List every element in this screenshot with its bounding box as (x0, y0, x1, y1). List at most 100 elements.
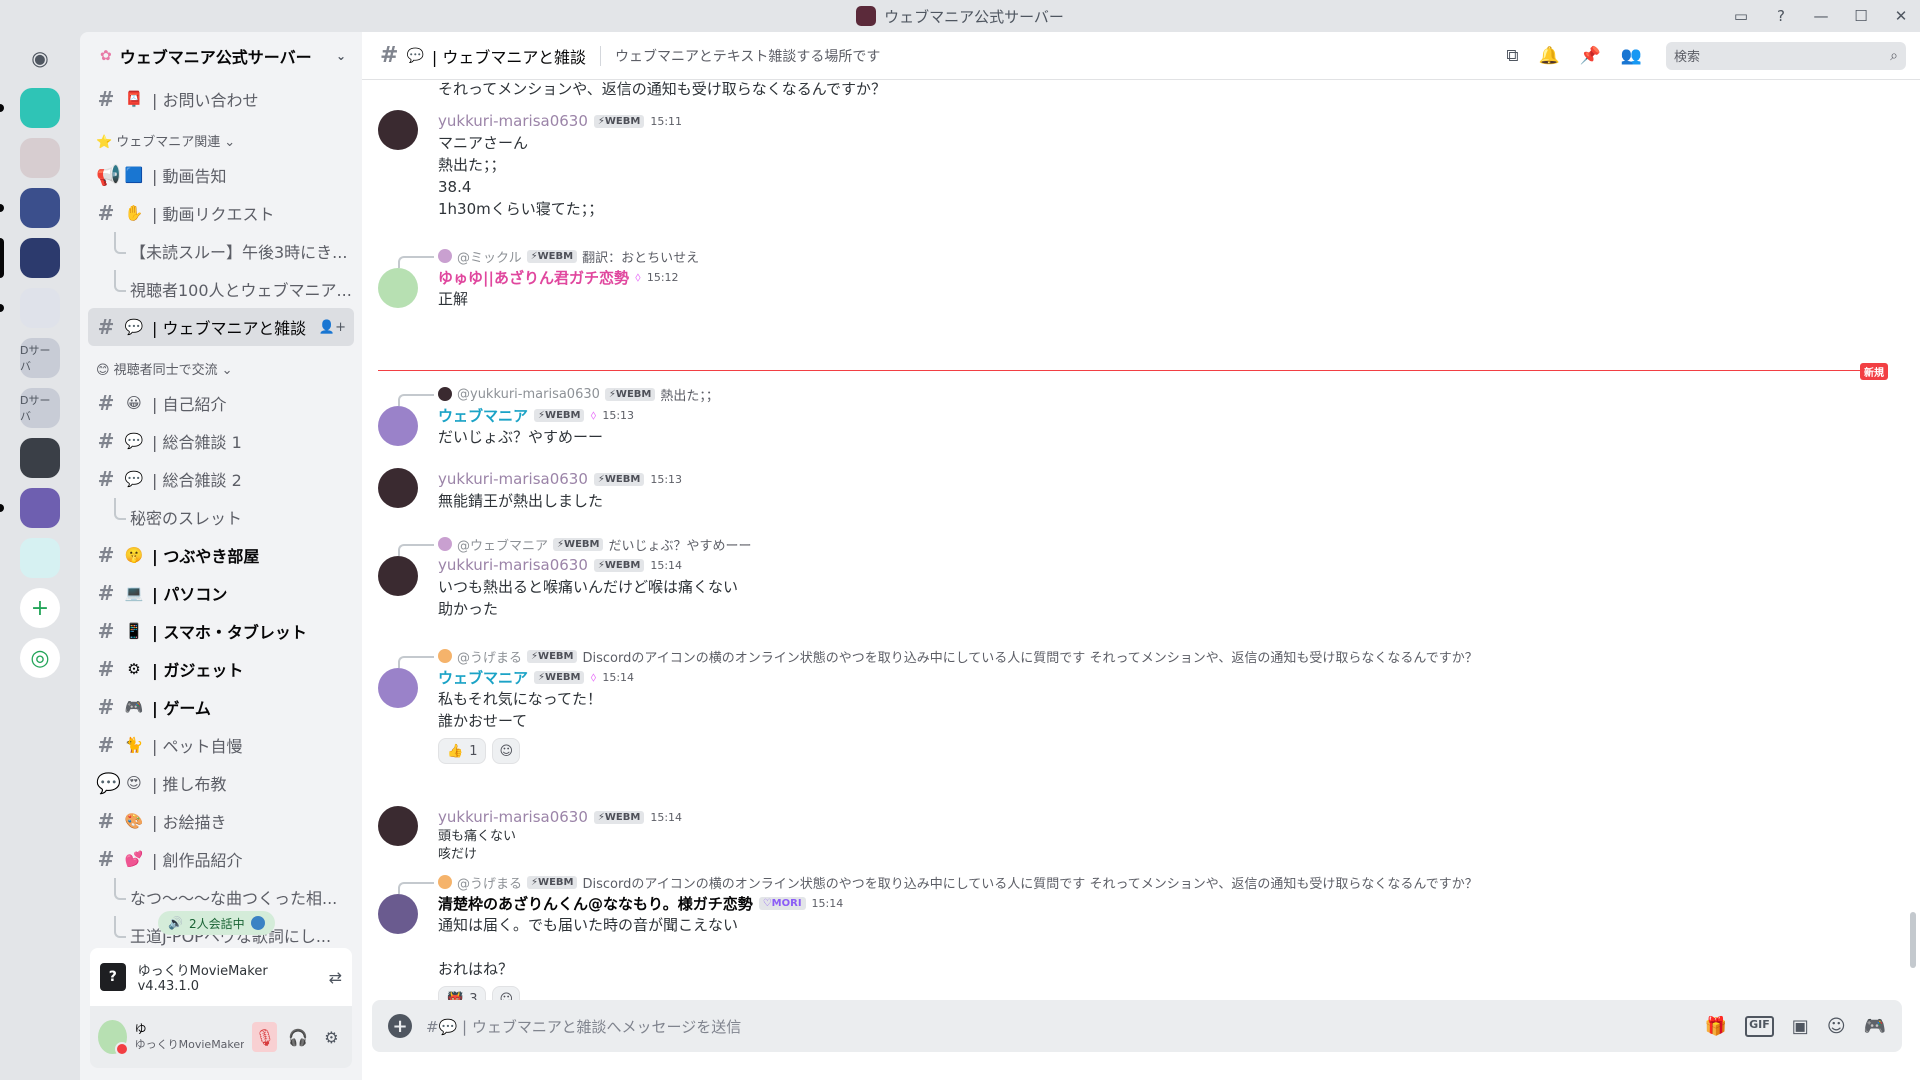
avatar[interactable] (378, 468, 418, 508)
server-icon[interactable] (20, 138, 60, 178)
switch-icon[interactable]: ⇄ (329, 968, 342, 987)
channel-list: # 📮 | お問い合わせ ⭐ ウェブマニア関連 ⌄ 📢 🟦 | 動画告知 # ✋ | 動画リクエ… (80, 80, 362, 954)
category-header[interactable]: 😊 視聴者同士で交流 ⌄ (88, 346, 354, 384)
gift-icon[interactable]: 🎁 (1705, 1016, 1727, 1037)
bell-icon[interactable]: 🔔 (1538, 46, 1559, 66)
user-info[interactable]: ゆ ゆっくりMovieMaker v4... (135, 1021, 245, 1053)
activity-panel: ? ゆっくりMovieMaker v4.43.1.0 ⇄ (90, 948, 352, 1006)
channel-item-active[interactable]: # 💬 | ウェブマニアと雑談 👤+ (88, 308, 354, 346)
avatar[interactable] (378, 110, 418, 150)
channel-item[interactable]: # 📮 | お問い合わせ (88, 80, 354, 118)
plus-icon[interactable]: + (388, 1014, 412, 1038)
mute-mic-icon[interactable]: 🎙 (252, 1022, 278, 1052)
game-icon[interactable]: 🎮 (1864, 1016, 1886, 1037)
forum-icon: 💬 (96, 771, 121, 795)
server-icon[interactable]: Dサーバ (20, 388, 60, 428)
avatar[interactable] (378, 268, 418, 308)
avatar[interactable] (378, 668, 418, 708)
channel-item[interactable]: # 🐈 | ペット自慢 (88, 726, 354, 764)
members-icon[interactable]: 👥 (1621, 46, 1642, 66)
avatar[interactable] (378, 894, 418, 934)
channel-item-unread[interactable]: # ⚙ | ガジェット (88, 650, 354, 688)
voice-activity-pill[interactable]: 🔊 2人会話中 (158, 911, 275, 935)
message[interactable]: @うげまる ⚡WEBM Discordのアイコンの横のオンライン状態のやつを取り込み… (378, 872, 1878, 1012)
message-author[interactable]: yukkuri-marisa0630 (438, 808, 588, 826)
add-reaction-icon[interactable]: ☺ (492, 738, 521, 764)
channel-item[interactable]: # 💬 | 総合雑談 1 (88, 422, 354, 460)
reply-preview[interactable]: @うげまる ⚡WEBM Discordのアイコンの横のオンライン状態のやつを取り込み… (398, 872, 1878, 894)
message-author[interactable]: ウェブマニア (438, 667, 528, 688)
thread-item[interactable]: 【未読スルー】午後3時にき... (88, 232, 354, 270)
server-icon[interactable] (0, 188, 60, 228)
channel-item[interactable]: # 💬 | 総合雑談 2 (88, 460, 354, 498)
message-author[interactable]: ゆゅゆ||あざりん君ガチ恋勢 (438, 267, 629, 288)
channel-item[interactable]: 💬 😍 | 推し布教 (88, 764, 354, 802)
channel-item-unread[interactable]: # 📱 | スマホ・タブレット (88, 612, 354, 650)
channel-item[interactable]: # ✋ | 動画リクエスト (88, 194, 354, 232)
add-server-icon[interactable]: + (20, 588, 60, 628)
message-input[interactable]: #💬 | ウェブマニアと雑談へメッセージを送信 (426, 1016, 741, 1037)
message-author[interactable]: yukkuri-marisa0630 (438, 470, 588, 488)
guild-header[interactable]: ✿ ウェブマニア公式サーバー ⌄ (80, 32, 362, 80)
boost-icon: ⬨ (590, 407, 597, 423)
reply-preview[interactable]: @yukkuri-marisa0630 ⚡WEBM 熱出た；； (398, 384, 1878, 406)
message[interactable]: yukkuri-marisa0630 ⚡WEBM 15:13 無能錆王が熱出しました (378, 468, 1878, 512)
pin-icon[interactable]: 📌 (1580, 46, 1601, 66)
channel-item[interactable]: # 🎨 | お絵描き (88, 802, 354, 840)
search-input[interactable]: 検索 ⌕ (1666, 41, 1906, 70)
avatar[interactable] (378, 556, 418, 596)
server-icon[interactable] (0, 88, 60, 128)
message[interactable]: @うげまる ⚡WEBM Discordのアイコンの横のオンライン状態のやつを取り込み… (378, 646, 1878, 764)
emoji-icon[interactable]: ☺ (1827, 1016, 1846, 1037)
message-composer[interactable]: + #💬 | ウェブマニアと雑談へメッセージを送信 🎁 GIF ▣ ☺ 🎮 (372, 1000, 1902, 1052)
discord-home-icon[interactable]: ◉ (20, 38, 60, 78)
gif-icon[interactable]: GIF (1745, 1015, 1774, 1037)
server-icon[interactable]: Dサーバ (20, 338, 60, 378)
message[interactable]: @ミックル ⚡WEBM 翻訳：おとちいせえ ゆゅゆ||あざりん君ガチ恋勢 ⬨ 15:12… (378, 246, 1878, 310)
message-author[interactable]: ウェブマニア (438, 405, 528, 426)
message[interactable]: @ウェブマニア ⚡WEBM だいじょぶ？やすめーー yukkuri-marisa06… (378, 534, 1878, 620)
channel-item[interactable]: 📢 🟦 | 動画告知 (88, 156, 354, 194)
message-author[interactable]: yukkuri-marisa0630 (438, 112, 588, 130)
invite-icon[interactable]: 👤+ (319, 320, 346, 335)
gear-icon[interactable]: ⚙ (319, 1022, 344, 1052)
reply-preview[interactable]: @ウェブマニア ⚡WEBM だいじょぶ？やすめーー (398, 534, 1878, 556)
help-icon[interactable]: ? (1770, 5, 1792, 27)
message-author[interactable]: 清楚枠のあざりんくん@ななもり。様ガチ恋勢 (438, 893, 753, 914)
channel-item-unread[interactable]: # 🤫 | つぶやき部屋 (88, 536, 354, 574)
thread-item[interactable]: 秘密のスレット (88, 498, 354, 536)
reaction-thumbs-up[interactable]: 👍 1 (438, 738, 487, 764)
message[interactable]: yukkuri-marisa0630 ⚡WEBM 15:11 マニアさーん 熱出た；… (378, 110, 1878, 220)
hash-icon: # (97, 809, 115, 833)
channel-item[interactable]: # 💕 | 創作品紹介 (88, 840, 354, 878)
message-author[interactable]: yukkuri-marisa0630 (438, 556, 588, 574)
reply-preview[interactable]: @うげまる ⚡WEBM Discordのアイコンの横のオンライン状態のやつを取り込み… (398, 646, 1878, 668)
headphones-icon[interactable]: 🎧 (285, 1022, 310, 1052)
maximize-button[interactable]: ☐ (1850, 5, 1872, 27)
explore-icon[interactable]: ◎ (20, 638, 60, 678)
channel-item-unread[interactable]: # 💻 | パソコン (88, 574, 354, 612)
reply-preview[interactable]: @ミックル ⚡WEBM 翻訳：おとちいせえ (398, 246, 1878, 268)
avatar[interactable] (378, 406, 418, 446)
minimize-button[interactable]: — (1810, 5, 1832, 27)
close-button[interactable]: ✕ (1890, 5, 1912, 27)
threads-icon[interactable]: ⧉ (1506, 46, 1518, 66)
category-header[interactable]: ⭐ ウェブマニア関連 ⌄ (88, 118, 354, 156)
sticker-icon[interactable]: ▣ (1792, 1016, 1809, 1037)
message[interactable]: yukkuri-marisa0630 ⚡WEBM 15:14 頭も痛くない 咳だけ (378, 806, 1878, 864)
channel-topic[interactable]: ウェブマニアとテキスト雑談する場所です (615, 46, 880, 66)
star-icon: ⭐ (96, 135, 113, 150)
avatar[interactable] (98, 1020, 129, 1056)
scrollbar[interactable] (1910, 912, 1916, 968)
server-icon[interactable] (0, 488, 60, 528)
channel-item[interactable]: # 😀 | 自己紹介 (88, 384, 354, 422)
thread-item[interactable]: 視聴者100人とウェブマニア... (88, 270, 354, 308)
server-icon[interactable] (20, 538, 60, 578)
channel-item-unread[interactable]: # 🎮 | ゲーム (88, 688, 354, 726)
avatar[interactable] (378, 806, 418, 846)
server-icon[interactable] (20, 438, 60, 478)
server-icon[interactable] (0, 238, 60, 278)
server-icon[interactable] (0, 288, 60, 328)
message[interactable]: @yukkuri-marisa0630 ⚡WEBM 熱出た；； ウェブマニア ⚡WEB… (378, 384, 1878, 448)
inbox-icon[interactable]: ▭ (1730, 5, 1752, 27)
